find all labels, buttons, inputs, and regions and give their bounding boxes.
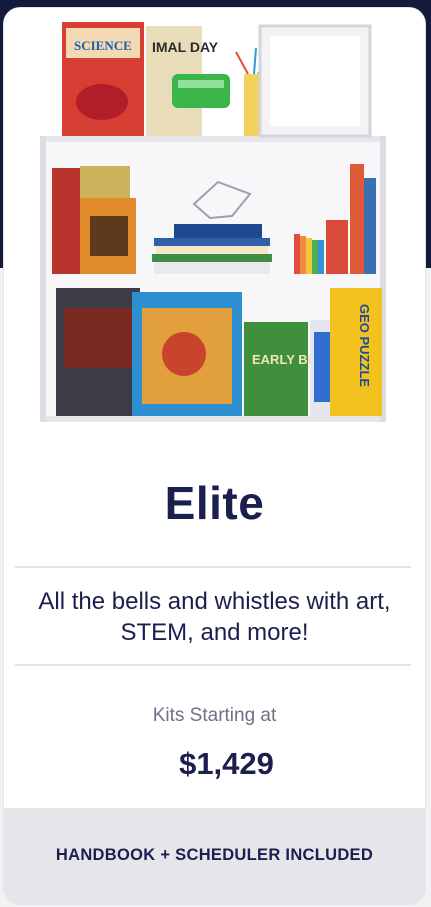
divider-top bbox=[15, 566, 411, 568]
divider-bottom bbox=[15, 664, 411, 666]
price-caption: Kits Starting at bbox=[152, 705, 277, 726]
plan-title: Elite bbox=[164, 477, 265, 529]
card-footer: HANDBOOK + SCHEDULER INCLUDED bbox=[4, 808, 425, 904]
top-shelf-items: SCIENCE IMAL DAY bbox=[62, 22, 372, 138]
plan-description: All the bells and whistles with art, STE… bbox=[38, 588, 391, 646]
footer-note: HANDBOOK + SCHEDULER INCLUDED bbox=[55, 846, 374, 864]
product-image-shelf: SCIENCE IMAL DAY EARLY BIRD GEO PUZZLE bbox=[4, 8, 425, 448]
price-value: $1,429 bbox=[179, 746, 274, 781]
book-title-animal-day: IMAL DAY bbox=[152, 39, 219, 55]
bottom-shelf-items: EARLY BIRD GEO PUZZLE bbox=[56, 288, 382, 416]
box-title-geo-puzzle: GEO PUZZLE bbox=[357, 304, 372, 387]
plan-card-elite[interactable]: SCIENCE IMAL DAY EARLY BIRD GEO PUZZLE E… bbox=[4, 8, 425, 904]
book-title-science: SCIENCE bbox=[74, 38, 132, 53]
